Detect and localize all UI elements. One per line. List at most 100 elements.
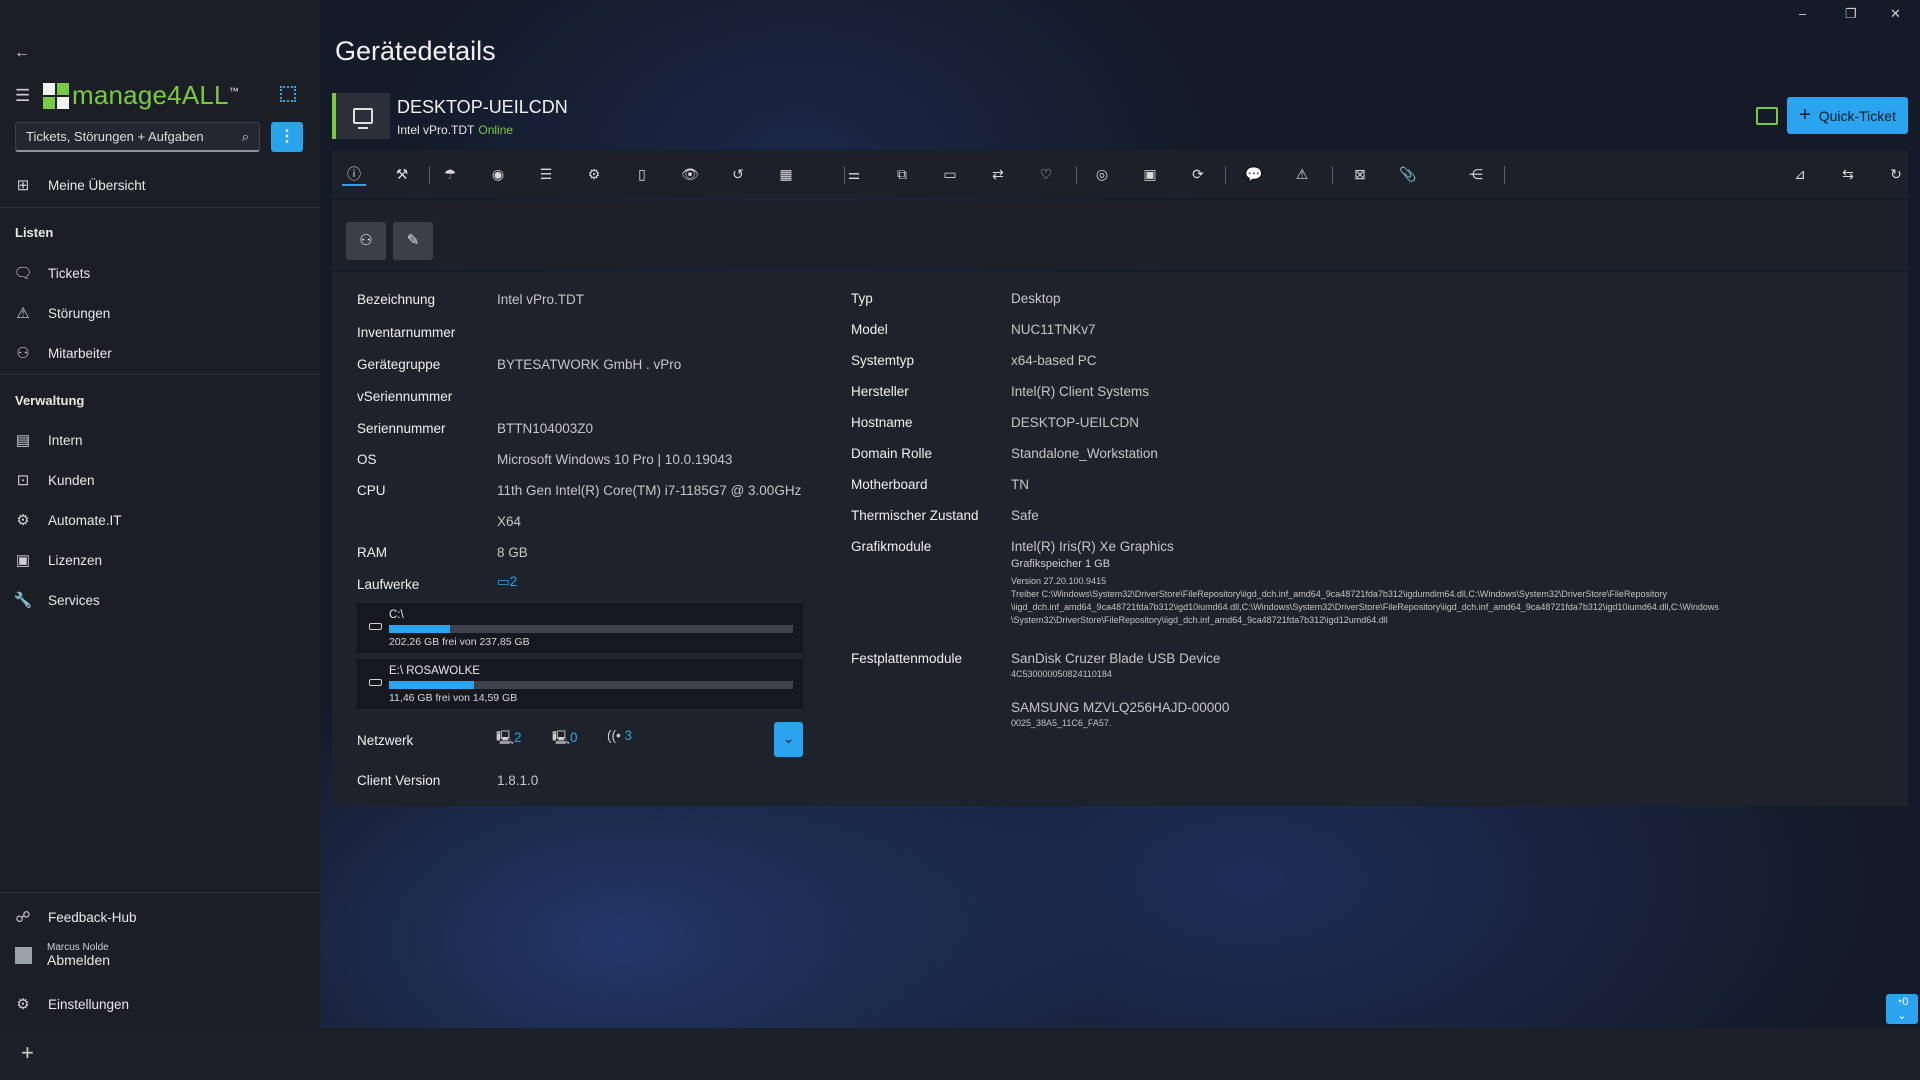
wrench-icon: 🔧 [13,592,33,609]
transfer-icon[interactable]: ⇄ [986,162,1010,186]
computer-icon [353,108,373,129]
nav-feedback[interactable]: ☍ Feedback-Hub [0,900,320,934]
toolbar-separator [1076,166,1077,184]
search-icon[interactable]: ⌕ [242,129,249,145]
info-icon[interactable]: ⓘ [342,162,366,186]
nav-automate[interactable]: ⚙ Automate.IT [0,503,320,537]
logout-link[interactable]: Abmelden [47,953,110,968]
target-icon[interactable]: ◉ [486,162,510,186]
chevron-down-icon: ⌄ [1897,1010,1907,1022]
warning-icon[interactable]: ⚠ [1290,162,1314,186]
share-icon[interactable]: ⋲ [1464,162,1488,186]
drive-count[interactable]: ▭2 [497,574,517,590]
cogs-icon[interactable]: ⚙ [582,162,606,186]
toolbar-separator [429,166,430,184]
close-button[interactable]: ✕ [1890,6,1901,22]
lan-monitor-icon: 🖳 [496,730,515,745]
nav-kunden[interactable]: ⊡ Kunden [0,463,320,497]
edit-button[interactable]: ✎ [393,222,433,260]
quick-ticket-button[interactable]: + Quick-Ticket [1787,97,1908,134]
disk-1-serial: 4C530000050824110184 [1011,669,1112,679]
sliders-icon[interactable]: ⚌ [842,162,866,186]
package-icon[interactable]: ⧉ [890,162,914,186]
restore-button[interactable]: ❐ [1845,6,1857,22]
search-input[interactable]: Tickets, Störungen + Aufgaben ⌕ [15,122,260,152]
toolbar-separator [1504,166,1505,184]
divider [0,892,320,893]
drive-usage-bar [389,681,793,689]
nav-stoerungen-label: Störungen [48,305,111,321]
history-icon[interactable]: ↺ [726,162,750,186]
disk-2-serial: 0025_38A5_11C6_FA57. [1011,718,1112,728]
wifi-icon: ((• [607,728,621,743]
assign-users-button[interactable]: ⚇ [346,222,386,260]
label-os: OS [357,452,377,467]
minimize-button[interactable]: – [1799,6,1806,21]
nav-settings-label: Einstellungen [48,996,130,1012]
gear-icon: ⚙ [16,996,30,1013]
qr-code-icon[interactable] [280,86,296,102]
camera-icon[interactable]: ◎ [1090,162,1114,186]
paperclip-icon[interactable]: 📎 [1396,162,1420,186]
back-arrow-icon[interactable]: ← [14,44,30,62]
hamburger-menu-icon[interactable]: ☰ [15,86,30,106]
divider [0,207,320,208]
network-other[interactable]: 🖳0 [552,728,578,751]
heartbeat-icon[interactable]: ♡ [1034,162,1058,186]
value-hersteller: Intel(R) Client Systems [1011,384,1150,399]
more-options-button[interactable]: ⋮ [271,122,303,152]
eye-icon[interactable]: 👁 [678,162,702,186]
expand-network-button[interactable]: ⌄ [774,722,803,757]
network-wifi[interactable]: ((• 3 [607,728,632,743]
badge-icon[interactable]: ⊠ [1348,162,1372,186]
value-geraetegruppe: BYTESATWORK GmbH . vPro [497,357,682,372]
nav-stoerungen[interactable]: ⚠ Störungen [0,296,320,330]
nav-settings[interactable]: ⚙ Einstellungen [0,987,320,1021]
drive-icon: ▭ [497,574,510,589]
wrench-icon[interactable]: ⚒ [390,162,414,186]
reload-icon[interactable]: ↻ [1884,162,1908,186]
grafik-driver-line-1: Treiber C:\Windows\System32\DriverStore\… [1011,589,1667,599]
page-title: Gerätedetails [335,36,496,66]
storage-icon[interactable]: ▣ [1138,162,1162,186]
nav-kunden-label: Kunden [48,472,95,488]
umbrella-icon[interactable]: ☂ [438,162,462,186]
label-model: Model [851,322,888,337]
nav-mitarbeiter-label: Mitarbeiter [48,345,112,361]
value-seriennummer: BTTN104003Z0 [497,421,594,436]
user-account[interactable]: Marcus Nolde Abmelden [15,942,110,968]
network-lan[interactable]: 🖳2 [496,728,522,751]
nav-overview[interactable]: ⊞ Meine Übersicht [0,168,320,202]
battery-icon[interactable]: ▯ [630,162,654,186]
network-lan-count: 2 [514,730,522,745]
avatar [15,946,32,964]
drive-c[interactable]: C:\ 202,26 GB frei von 237,85 GB [357,603,803,653]
drive-e[interactable]: E:\ ROSAWOLKE 11,46 GB frei von 14,59 GB [357,659,803,709]
sync-icon[interactable]: ⇆ [1836,162,1860,186]
list-icon[interactable]: ☰ [534,162,558,186]
label-netzwerk: Netzwerk [357,733,414,748]
notifications-button[interactable]: ◔0 ⌄ [1886,994,1918,1024]
label-vseriennummer: vSeriennummer [357,389,453,404]
label-bezeichnung: Bezeichnung [357,292,436,307]
label-inventarnummer: Inventarnummer [357,325,456,340]
quick-ticket-label: Quick-Ticket [1818,107,1896,124]
nav-intern[interactable]: ▤ Intern [0,423,320,457]
grafik-driver-line-3: \System32\DriverStore\FileRepository\iig… [1011,615,1388,625]
chat-icon[interactable]: 💬 [1242,162,1266,186]
search-placeholder: Tickets, Störungen + Aufgaben [26,129,204,144]
nav-mitarbeiter[interactable]: ⚇ Mitarbeiter [0,336,320,370]
briefcase-icon: ⊡ [16,472,30,489]
add-icon[interactable]: + [21,1040,34,1066]
certificate-icon[interactable] [1756,107,1778,125]
chart-icon[interactable]: ⊿ [1788,162,1812,186]
drive-name: E:\ ROSAWOLKE [389,665,480,677]
value-client-version: 1.8.1.0 [497,773,539,788]
nav-overview-label: Meine Übersicht [48,177,146,193]
refresh-icon[interactable]: ⟳ [1186,162,1210,186]
monitor-icon[interactable]: ▭ [938,162,962,186]
nav-lizenzen[interactable]: ▣ Lizenzen [0,543,320,577]
nav-services[interactable]: 🔧 Services [0,583,320,617]
calendar-icon[interactable]: ▦ [774,162,798,186]
nav-tickets[interactable]: 🗨 Tickets [0,256,320,290]
